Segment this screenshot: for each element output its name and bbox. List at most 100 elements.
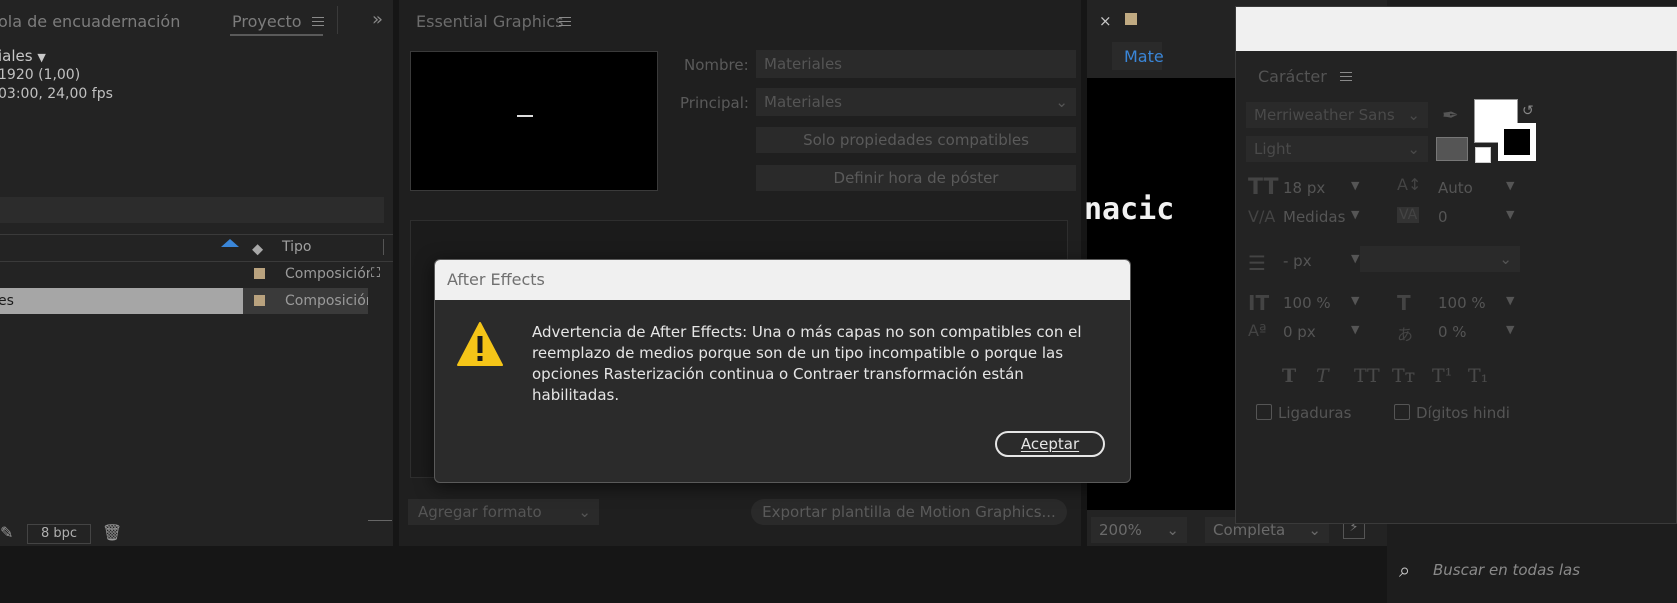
primary-value: Materiales [764, 93, 842, 111]
comp-name-label: iales [0, 47, 33, 65]
character-window: Carácter Merriweather Sans ⌄ ✒ ↺ Light ⌄… [1235, 6, 1677, 524]
chevron-down-icon[interactable]: ▼ [1351, 323, 1359, 336]
dialog-titlebar[interactable]: After Effects [435, 260, 1130, 300]
label-color-swatch[interactable] [254, 295, 265, 306]
leading-value[interactable]: Auto [1438, 179, 1473, 197]
ok-button[interactable]: Aceptar [995, 431, 1105, 457]
vertical-scale-icon: IT [1248, 291, 1270, 315]
hierarchy-icon[interactable]: ⛶ [371, 266, 380, 281]
chevron-down-icon: ⌄ [1407, 106, 1420, 124]
all-caps-button[interactable]: TT [1354, 365, 1380, 387]
small-caps-button[interactable]: Tт [1392, 365, 1415, 387]
chevron-down-icon: ⌄ [1166, 521, 1179, 539]
add-format-dropdown[interactable]: Agregar formato ⌄ [408, 499, 599, 525]
chevron-down-icon[interactable]: ▼ [1506, 208, 1514, 221]
panel-menu-icon[interactable] [312, 14, 324, 29]
kerning-value[interactable]: Medidas [1283, 208, 1345, 226]
panel-menu-icon[interactable] [1340, 69, 1352, 84]
no-color-icon[interactable] [1475, 147, 1491, 163]
baseline-shift-value[interactable]: 0 px [1283, 323, 1316, 341]
tracking-icon: VA [1397, 207, 1420, 223]
expand-panels-icon[interactable]: » [372, 9, 383, 30]
tab-project[interactable]: Proyecto [232, 12, 302, 31]
panel-title[interactable]: Essential Graphics [416, 12, 563, 31]
solo-compatible-button[interactable]: Solo propiedades compatibles [756, 127, 1076, 153]
table-row-selected[interactable]: es Composición [0, 288, 393, 314]
faux-bold-button[interactable]: T [1282, 365, 1296, 387]
row-name: es [0, 293, 14, 309]
thumbnail-preview [410, 51, 658, 191]
export-mogrt-button[interactable]: Exportar plantilla de Motion Graphics... [751, 499, 1067, 525]
poster-time-button[interactable]: Definir hora de póster [756, 165, 1076, 191]
chevron-down-icon[interactable]: ▼ [1506, 323, 1514, 336]
tsume-value[interactable]: 0 % [1438, 323, 1467, 341]
font-family-value: Merriweather Sans [1254, 106, 1395, 124]
right-panel-strip [1387, 524, 1677, 546]
name-field[interactable]: Materiales [756, 50, 1076, 78]
alert-dialog: After Effects Advertencia de After Effec… [434, 259, 1131, 483]
chevron-down-icon[interactable]: ▼ [1351, 208, 1359, 221]
table-row[interactable]: Composición ⛶ [0, 262, 393, 288]
bottom-strip [0, 546, 1387, 603]
primary-dropdown[interactable]: Materiales ⌄ [756, 88, 1076, 116]
superscript-button[interactable]: T¹ [1432, 365, 1452, 387]
dialog-title: After Effects [447, 270, 545, 289]
default-colors-icon[interactable] [1436, 137, 1468, 161]
column-type-header[interactable]: Tipo [282, 239, 311, 255]
bpc-button[interactable]: 8 bpc [27, 524, 91, 544]
stroke-color-swatch[interactable] [1498, 123, 1536, 161]
sort-ascending-icon[interactable] [221, 239, 239, 247]
font-family-dropdown[interactable]: Merriweather Sans ⌄ [1246, 102, 1428, 128]
chevron-down-icon: ⌄ [1499, 250, 1512, 268]
search-bar[interactable]: ⌕ Buscar en todas las [1387, 553, 1677, 593]
viewer-tab[interactable]: Mate [1112, 42, 1164, 70]
primary-label: Principal: [680, 94, 749, 112]
chevron-down-icon[interactable]: ▼ [1506, 179, 1514, 192]
column-divider [383, 239, 384, 255]
preview-text: nacic [1084, 192, 1175, 227]
subscript-button[interactable]: T₁ [1468, 365, 1488, 387]
baseline-shift-icon: Aª [1248, 321, 1267, 340]
chevron-down-icon: ⌄ [1407, 140, 1420, 158]
character-title[interactable]: Carácter [1258, 67, 1327, 86]
chevron-down-icon: ⌄ [578, 503, 591, 521]
hindi-digits-checkbox[interactable] [1394, 404, 1410, 420]
chevron-down-icon[interactable]: ▼ [1351, 252, 1359, 265]
font-style-dropdown[interactable]: Light ⌄ [1246, 136, 1428, 162]
stroke-type-dropdown[interactable]: ⌄ [1360, 246, 1520, 272]
row-selection-bg [0, 288, 243, 314]
vertical-scale-value[interactable]: 100 % [1283, 294, 1331, 312]
zoom-dropdown[interactable]: 200% ⌄ [1091, 517, 1187, 543]
ligatures-checkbox[interactable] [1256, 404, 1272, 420]
stroke-width-icon: ☰ [1248, 251, 1266, 275]
chevron-down-icon: ▼ [37, 51, 46, 64]
close-icon[interactable]: × [1099, 12, 1112, 30]
font-size-value[interactable]: 18 px [1283, 179, 1325, 197]
label-tag-icon[interactable]: ⬥ [252, 239, 263, 259]
warning-icon [457, 322, 503, 366]
tab-project-underline [230, 34, 323, 36]
hindi-digits-label: Dígitos hindi [1416, 404, 1510, 422]
brush-icon[interactable]: ✎ [0, 523, 13, 542]
viewer-label-swatch [1125, 13, 1137, 25]
comp-name[interactable]: iales ▼ [0, 47, 46, 65]
swap-colors-icon[interactable]: ↺ [1522, 103, 1534, 119]
chevron-down-icon[interactable]: ▼ [1351, 179, 1359, 192]
dialog-message: Advertencia de After Effects: Una o más … [532, 323, 1082, 404]
row-type: Composición [285, 293, 368, 309]
horizontal-scale-value[interactable]: 100 % [1438, 294, 1486, 312]
eyedropper-icon[interactable]: ✒ [1442, 103, 1459, 127]
tab-binding[interactable]: ola de encuadernación [0, 12, 180, 31]
tracking-value[interactable]: 0 [1438, 208, 1448, 226]
panel-menu-icon[interactable] [559, 14, 571, 29]
faux-italic-button[interactable]: T [1316, 365, 1329, 387]
character-window-titlebar[interactable] [1236, 7, 1677, 51]
chevron-down-icon[interactable]: ▼ [1351, 294, 1359, 307]
stroke-width-value[interactable]: - px [1283, 252, 1312, 270]
add-format-label: Agregar formato [418, 503, 542, 521]
trash-icon[interactable]: 🗑 [102, 523, 122, 542]
project-panel: ola de encuadernación Proyecto » iales ▼… [0, 0, 393, 546]
chevron-down-icon[interactable]: ▼ [1506, 294, 1514, 307]
project-search-field[interactable] [0, 197, 384, 223]
label-color-swatch[interactable] [254, 268, 265, 279]
